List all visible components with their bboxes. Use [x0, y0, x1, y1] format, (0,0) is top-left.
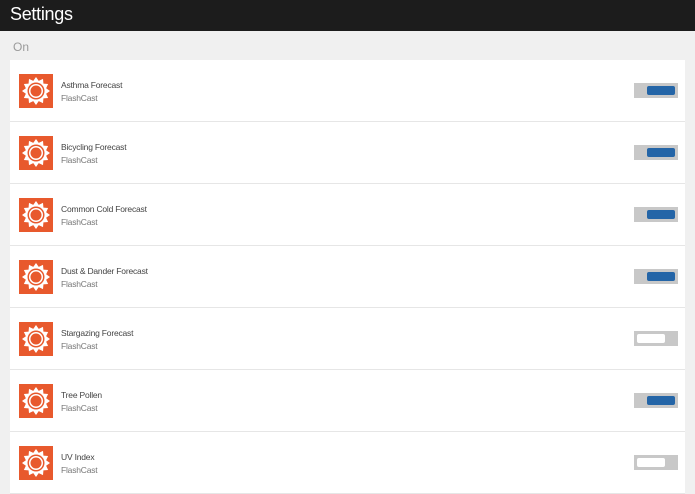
item-title: Bicycling Forecast — [61, 142, 127, 152]
item-subtitle: FlashCast — [61, 155, 98, 165]
list-item: Common Cold Forecast FlashCast — [10, 184, 685, 246]
sun-icon — [19, 384, 53, 418]
item-subtitle: FlashCast — [61, 217, 98, 227]
sun-icon — [19, 446, 53, 480]
sun-icon — [19, 136, 53, 170]
toggle-knob — [647, 148, 675, 157]
app-header: Settings — [0, 0, 695, 31]
toggle-switch[interactable] — [634, 145, 678, 160]
sun-icon — [19, 260, 53, 294]
toggle-knob — [647, 86, 675, 95]
item-subtitle: FlashCast — [61, 403, 98, 413]
item-title: Dust & Dander Forecast — [61, 266, 148, 276]
toggle-knob — [637, 334, 665, 343]
item-title: Common Cold Forecast — [61, 204, 147, 214]
settings-list: Asthma Forecast FlashCast Bicycling Fore… — [10, 60, 685, 494]
list-item: UV Index FlashCast — [10, 432, 685, 494]
list-item: Bicycling Forecast FlashCast — [10, 122, 685, 184]
item-title: UV Index — [61, 452, 95, 462]
item-title: Asthma Forecast — [61, 80, 123, 90]
page-title: Settings — [10, 4, 73, 24]
list-item: Tree Pollen FlashCast — [10, 370, 685, 432]
item-title: Stargazing Forecast — [61, 328, 134, 338]
item-subtitle: FlashCast — [61, 93, 98, 103]
section-label-on: On — [13, 40, 30, 54]
toggle-knob — [647, 396, 675, 405]
toggle-knob — [647, 210, 675, 219]
item-subtitle: FlashCast — [61, 279, 98, 289]
sun-icon — [19, 322, 53, 356]
sun-icon — [19, 74, 53, 108]
item-subtitle: FlashCast — [61, 341, 98, 351]
list-item: Dust & Dander Forecast FlashCast — [10, 246, 685, 308]
sun-icon — [19, 198, 53, 232]
item-subtitle: FlashCast — [61, 465, 98, 475]
toggle-knob — [637, 458, 665, 467]
toggle-switch[interactable] — [634, 455, 678, 470]
toggle-switch[interactable] — [634, 331, 678, 346]
toggle-switch[interactable] — [634, 83, 678, 98]
toggle-switch[interactable] — [634, 393, 678, 408]
toggle-knob — [647, 272, 675, 281]
item-title: Tree Pollen — [61, 390, 102, 400]
list-item: Asthma Forecast FlashCast — [10, 60, 685, 122]
toggle-switch[interactable] — [634, 269, 678, 284]
list-item: Stargazing Forecast FlashCast — [10, 308, 685, 370]
toggle-switch[interactable] — [634, 207, 678, 222]
